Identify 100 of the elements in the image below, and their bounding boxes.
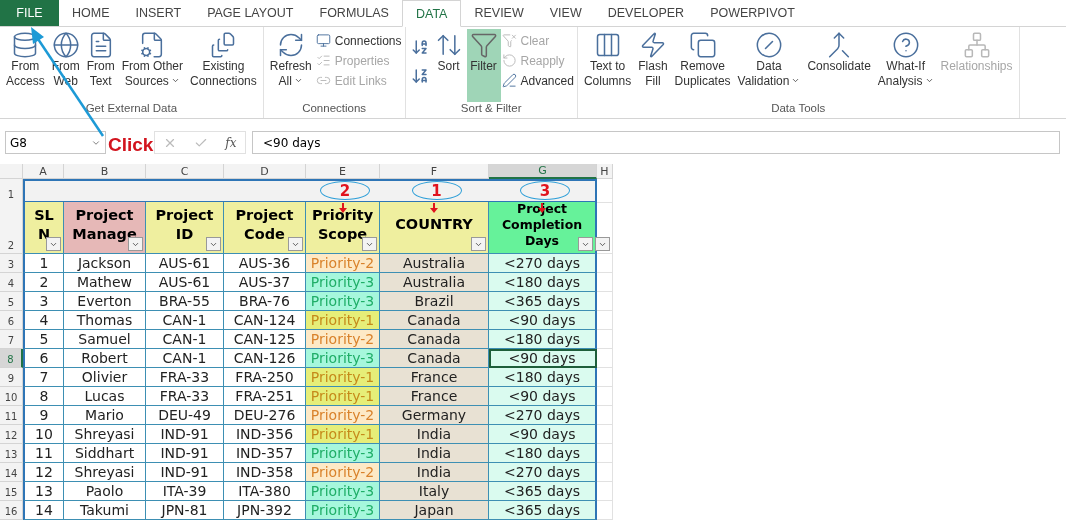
table-cell: JPN-392: [224, 501, 306, 520]
table-cell: CAN-125: [224, 330, 306, 349]
table-cell: <90 days: [489, 425, 597, 444]
filter-dropdown-button[interactable]: [46, 237, 61, 251]
row-header[interactable]: 2: [0, 202, 23, 254]
sort-ascending-icon[interactable]: [410, 38, 429, 57]
row-header[interactable]: 10: [0, 387, 23, 406]
table-cell: Thomas: [64, 311, 146, 330]
empty-cell: [597, 311, 613, 330]
table-cell: Olivier: [64, 368, 146, 387]
column-header[interactable]: E: [306, 164, 380, 179]
table-cell: Australia: [380, 254, 489, 273]
filter-dropdown-button[interactable]: [578, 237, 593, 251]
row-header[interactable]: 11: [0, 406, 23, 425]
ribbon-button[interactable]: Text to Columns: [580, 29, 635, 102]
table-cell: 14: [23, 501, 64, 520]
table-cell: BRA-55: [146, 292, 224, 311]
row-header[interactable]: 16: [0, 501, 23, 520]
header-cell: Project Code: [224, 202, 306, 254]
filter-dropdown-button[interactable]: [471, 237, 486, 251]
insert-function-button[interactable]: fx: [225, 135, 237, 150]
formula-field[interactable]: <90 days: [252, 131, 1060, 154]
group-label: Connections: [301, 102, 368, 116]
row-header[interactable]: 4: [0, 273, 23, 292]
ribbon-button[interactable]: Data Validation: [734, 29, 804, 102]
row-header[interactable]: 1: [0, 179, 23, 203]
row-header[interactable]: 5: [0, 292, 23, 311]
filter-dropdown-button[interactable]: [288, 237, 303, 251]
group-label: Sort & Filter: [459, 102, 523, 116]
priority-cell: Priority-1: [306, 387, 380, 406]
table-cell: <180 days: [489, 368, 597, 387]
table-cell: <270 days: [489, 463, 597, 482]
column-header[interactable]: G: [489, 164, 597, 179]
ribbon-button[interactable]: Flash Fill: [635, 29, 671, 102]
table-cell: <365 days: [489, 482, 597, 501]
ribbon-button[interactable]: Consolidate: [804, 29, 874, 102]
ribbon-button[interactable]: From Text: [83, 29, 118, 102]
table-cell: CAN-1: [146, 349, 224, 368]
column-header[interactable]: B: [64, 164, 146, 179]
ribbon-button[interactable]: What-If Analysis: [874, 29, 937, 102]
row-header[interactable]: 15: [0, 482, 23, 501]
row-header[interactable]: 3: [0, 254, 23, 273]
table-cell: <180 days: [489, 330, 597, 349]
priority-cell: Priority-1: [306, 368, 380, 387]
ribbon-button[interactable]: Sort: [431, 29, 466, 102]
table-cell: IND-91: [146, 425, 224, 444]
row-header[interactable]: 6: [0, 311, 23, 330]
column-header[interactable]: D: [224, 164, 306, 179]
ribbon-button[interactable]: Remove Duplicates: [671, 29, 734, 102]
ribbon-tab[interactable]: FILE: [0, 0, 59, 26]
table-cell: <365 days: [489, 292, 597, 311]
ribbon-button[interactable]: Filter: [466, 29, 501, 102]
ribbon-button[interactable]: Advanced: [501, 73, 574, 88]
table-cell: Lucas: [64, 387, 146, 406]
empty-cell: [597, 387, 613, 406]
row-header[interactable]: 7: [0, 330, 23, 349]
table-cell: FRA-33: [146, 368, 224, 387]
table-cell: India: [380, 425, 489, 444]
name-box[interactable]: G8: [5, 131, 106, 154]
callout-label: Click: [108, 134, 154, 156]
filter-dropdown-button[interactable]: [206, 237, 221, 251]
column-header[interactable]: C: [146, 164, 224, 179]
table-cell: 12: [23, 463, 64, 482]
row-header[interactable]: 12: [0, 425, 23, 444]
ribbon-button[interactable]: From Other Sources: [118, 29, 187, 102]
ribbon-tab[interactable]: DATA: [401, 0, 462, 27]
table-cell: Siddhart: [64, 444, 146, 463]
row-header[interactable]: 8: [0, 349, 23, 368]
table-cell: 5: [23, 330, 64, 349]
table-cell: IND-358: [224, 463, 306, 482]
priority-cell: Priority-1: [306, 311, 380, 330]
table-cell: FRA-250: [224, 368, 306, 387]
empty-cell: [597, 292, 613, 311]
header-cell: Priority Scope: [306, 202, 380, 254]
header-cell: Project Manage: [64, 202, 146, 254]
column-header[interactable]: A: [23, 164, 64, 179]
filter-dropdown-button[interactable]: [595, 237, 610, 251]
ribbon-button[interactable]: Refresh All: [266, 29, 315, 102]
column-header[interactable]: F: [380, 164, 489, 179]
priority-cell: Priority-3: [306, 501, 380, 520]
row-header[interactable]: 9: [0, 368, 23, 387]
table-cell: Shreyasi: [64, 463, 146, 482]
column-header[interactable]: H: [597, 164, 613, 179]
priority-cell: Priority-2: [306, 254, 380, 273]
ribbon-button[interactable]: From Access: [3, 29, 48, 102]
priority-cell: Priority-3: [306, 273, 380, 292]
table-cell: <90 days: [489, 311, 597, 330]
ribbon-button[interactable]: Connections: [315, 33, 402, 48]
row-header[interactable]: 14: [0, 463, 23, 482]
empty-cell: [597, 349, 613, 368]
sort-descending-icon[interactable]: [410, 66, 429, 85]
table-cell: IND-91: [146, 444, 224, 463]
row-header[interactable]: 13: [0, 444, 23, 463]
table-cell: Canada: [380, 330, 489, 349]
table-cell: France: [380, 387, 489, 406]
empty-cell: [597, 425, 613, 444]
priority-cell: Priority-3: [306, 482, 380, 501]
ribbon-button[interactable]: Existing Connections: [187, 29, 260, 102]
priority-cell: Priority-3: [306, 292, 380, 311]
table-cell: Robert: [64, 349, 146, 368]
